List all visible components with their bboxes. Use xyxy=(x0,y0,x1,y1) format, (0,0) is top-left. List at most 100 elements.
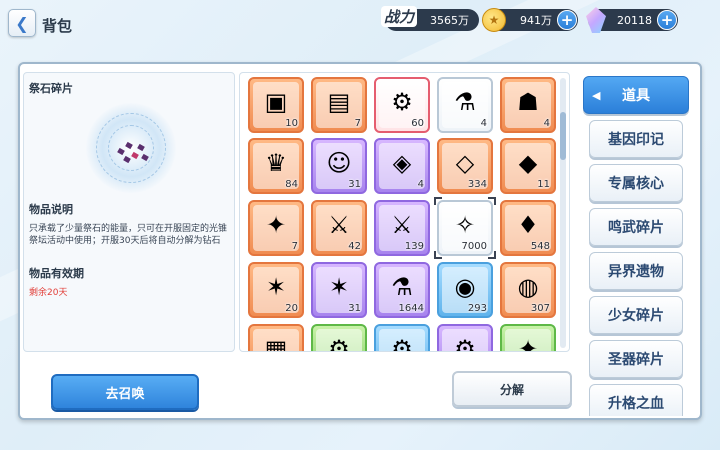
test-tube-icon: ⚗ xyxy=(391,273,413,301)
item-slot[interactable]: ✶ 31 xyxy=(311,262,367,318)
selection-corner xyxy=(434,197,442,205)
validity-title: 物品有效期 xyxy=(29,267,84,280)
add-gems-button[interactable]: + xyxy=(657,10,677,30)
altar-stone-shard-icon xyxy=(114,137,150,165)
item-slot[interactable]: ⚗ 4 xyxy=(437,77,493,133)
item-slot[interactable]: ⚙ 60 xyxy=(374,77,430,133)
back-button[interactable]: ❮ xyxy=(8,9,36,37)
item-grid[interactable]: ▣ 10 ▤ 7 ⚙ 60 ⚗ 4 ☗ 4 ♛ 84 ☺ 31 ◈ 4 ◇ 334 ◆ 11 ✦ 7 ⚔ 42 ⚔ 139 ✧ 700… xyxy=(239,72,570,352)
item-count: 4 xyxy=(480,118,487,129)
item-slot[interactable]: ⚙ xyxy=(437,324,493,352)
card-star-purple-icon: ✶ xyxy=(328,273,350,301)
item-slot[interactable]: ⚗ 1644 xyxy=(374,262,430,318)
gear-device-icon: ⚙ xyxy=(391,88,413,116)
selection-corner xyxy=(434,251,442,259)
treasure-chest-icon: ▣ xyxy=(264,88,288,116)
item-slot[interactable]: ☺ 31 xyxy=(311,138,367,194)
card-gold-icon: ◈ xyxy=(392,149,412,177)
power-display: 战力 3565万 xyxy=(381,6,479,31)
ticket-purple-icon: ☺ xyxy=(326,149,352,177)
coin-display: ★ 941万 + xyxy=(482,8,578,32)
item-slot[interactable]: ⚔ 139 xyxy=(374,200,430,256)
candy-icon: ◉ xyxy=(454,273,476,301)
category-label: 少女碎片 xyxy=(608,308,664,324)
item-count: 7 xyxy=(291,241,298,252)
cookie-icon: ◍ xyxy=(517,273,539,301)
card-pink-icon: ◆ xyxy=(518,149,538,177)
item-count: 139 xyxy=(404,241,424,252)
chevron-left-icon: ❮ xyxy=(15,13,29,33)
item-slot[interactable]: ▦ xyxy=(248,324,304,352)
item-count: 293 xyxy=(467,303,487,314)
item-count: 307 xyxy=(530,303,550,314)
crystal-icon: ♦ xyxy=(517,211,539,239)
category-tab[interactable]: 基因印记 xyxy=(589,120,683,158)
device-icon: ⚙ xyxy=(391,335,413,352)
scroll-icon: ▦ xyxy=(264,335,288,352)
decompose-button[interactable]: 分解 xyxy=(452,371,572,407)
category-label: 基因印记 xyxy=(608,132,664,148)
item-name: 祭石碎片 xyxy=(29,82,73,95)
add-coins-button[interactable]: + xyxy=(557,10,577,30)
item-detail-panel: 祭石碎片 物品说明 只承载了少量祭石的能量，只可在开服固定的光锥祭坛活动中使用；… xyxy=(23,72,235,352)
item-count: 334 xyxy=(467,179,487,190)
item-count: 42 xyxy=(348,241,361,252)
page-title: 背包 xyxy=(42,17,73,35)
altar-stone-shard-icon: ✧ xyxy=(454,211,476,239)
potion-bottle-icon: ⚗ xyxy=(454,88,476,116)
item-slot[interactable]: ◍ 307 xyxy=(500,262,556,318)
category-label: 鸣武碎片 xyxy=(608,220,664,236)
item-count: 548 xyxy=(530,241,550,252)
description-title: 物品说明 xyxy=(29,203,73,216)
category-tab[interactable]: 鸣武碎片 xyxy=(589,208,683,246)
gem-display: 20118 + xyxy=(586,7,678,33)
item-slot[interactable]: ♛ 84 xyxy=(248,138,304,194)
category-tab[interactable]: 圣器碎片 xyxy=(589,340,683,378)
category-label: 异界遗物 xyxy=(608,264,664,280)
category-tab[interactable]: ◀ 道具 xyxy=(583,76,689,114)
item-slot[interactable]: ☗ 4 xyxy=(500,77,556,133)
category-label: 圣器碎片 xyxy=(608,352,664,368)
item-count: 10 xyxy=(285,118,298,129)
supply-box-icon: ▤ xyxy=(327,88,351,116)
robot-part-icon: ⚙ xyxy=(328,335,350,352)
item-slot[interactable]: ⚙ xyxy=(311,324,367,352)
summon-button[interactable]: 去召唤 xyxy=(51,374,199,410)
gem-icon xyxy=(586,7,606,33)
item-slot[interactable]: ◈ 4 xyxy=(374,138,430,194)
category-tab[interactable]: 少女碎片 xyxy=(589,296,683,334)
item-slot-selected[interactable]: ✧ 7000 xyxy=(434,197,496,259)
item-slot[interactable]: ✦ xyxy=(500,324,556,351)
item-slot[interactable]: ✦ 7 xyxy=(248,200,304,256)
card-sword-icon: ⚔ xyxy=(328,211,350,239)
active-arrow-icon: ◀ xyxy=(592,88,601,102)
card-sword-blue-icon: ⚔ xyxy=(391,211,413,239)
item-count: 7 xyxy=(354,118,361,129)
category-tab[interactable]: 升格之血 xyxy=(589,384,683,416)
category-label: 专属核心 xyxy=(608,176,664,192)
grid-scrollbar-thumb[interactable] xyxy=(560,112,566,160)
item-slot[interactable]: ⚔ 42 xyxy=(311,200,367,256)
machine-part-icon: ⚙ xyxy=(454,335,476,352)
category-tab[interactable]: 专属核心 xyxy=(589,164,683,202)
coin-value: 941万 xyxy=(520,14,552,27)
item-slot[interactable]: ✶ 20 xyxy=(248,262,304,318)
category-sidebar: ◀ 道具基因印记专属核心鸣武碎片异界遗物少女碎片圣器碎片升格之血 xyxy=(575,72,697,416)
item-preview xyxy=(86,103,176,193)
category-label: 升格之血 xyxy=(608,396,664,412)
item-slot[interactable]: ♦ 548 xyxy=(500,200,556,256)
selection-corner xyxy=(488,197,496,205)
power-label: 战力 xyxy=(381,6,418,27)
ticket-pink-icon: ♛ xyxy=(265,149,287,177)
item-slot[interactable]: ◉ 293 xyxy=(437,262,493,318)
power-value: 3565万 xyxy=(430,14,469,27)
item-slot[interactable]: ◆ 11 xyxy=(500,138,556,194)
item-slot[interactable]: ▣ 10 xyxy=(248,77,304,133)
category-tab[interactable]: 异界遗物 xyxy=(589,252,683,290)
item-slot[interactable]: ▤ 7 xyxy=(311,77,367,133)
item-slot[interactable]: ⚙ xyxy=(374,324,430,352)
item-count: 20 xyxy=(285,303,298,314)
item-count: 84 xyxy=(285,179,298,190)
item-slot[interactable]: ◇ 334 xyxy=(437,138,493,194)
item-count: 4 xyxy=(417,179,424,190)
